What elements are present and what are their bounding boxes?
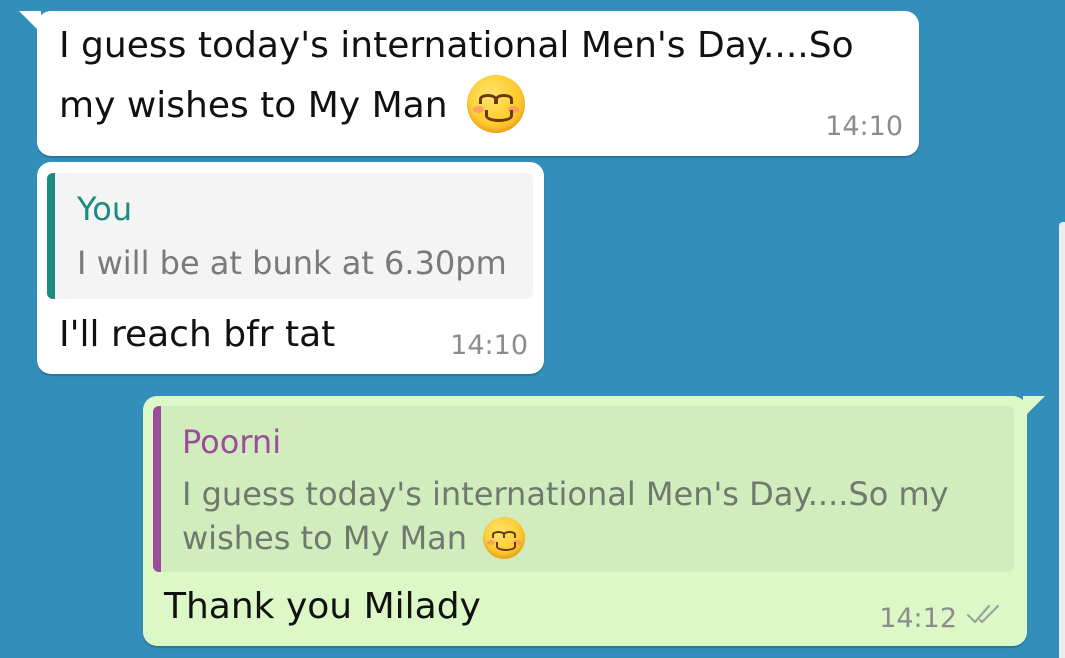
- bubble-tail: [1023, 396, 1045, 418]
- bubble-tail: [19, 11, 41, 33]
- reply-text-line: I guess today's international Men's Day.…: [182, 475, 949, 513]
- reply-author: Poorni: [182, 423, 282, 461]
- message-text: my wishes to My Man: [59, 85, 448, 126]
- reply-text-line: wishes to My Man: [182, 516, 526, 561]
- reply-quote[interactable]: Poorni I guess today's international Men…: [153, 406, 1014, 572]
- smiling-face-with-blush-icon: [466, 75, 525, 133]
- message-bubble-incoming[interactable]: I guess today's international Men's Day.…: [19, 11, 919, 156]
- message-timestamp: 14:12: [879, 603, 957, 634]
- reply-quote-bar: [47, 173, 55, 299]
- message-text: Thank you Milady: [164, 586, 481, 627]
- reply-quote-bar: [153, 406, 161, 572]
- reply-text: wishes to My Man: [182, 519, 468, 557]
- message-text-line: I guess today's international Men's Day.…: [59, 25, 854, 66]
- message-bubble-outgoing[interactable]: Poorni I guess today's international Men…: [143, 396, 1045, 646]
- message-text-line: my wishes to My Man: [59, 75, 525, 136]
- double-check-icon: [966, 604, 1000, 624]
- message-text: I'll reach bfr tat: [59, 314, 336, 355]
- reply-text: I will be at bunk at 6.30pm: [77, 244, 507, 282]
- reply-quote[interactable]: You I will be at bunk at 6.30pm: [47, 173, 533, 299]
- scrollbar-edge[interactable]: [1059, 222, 1065, 658]
- chat-window: I guess today's international Men's Day.…: [0, 0, 1065, 658]
- message-timestamp: 14:10: [450, 330, 528, 361]
- message-bubble-incoming[interactable]: You I will be at bunk at 6.30pm I'll rea…: [37, 162, 544, 374]
- reply-author: You: [77, 190, 133, 228]
- message-timestamp: 14:10: [825, 111, 903, 142]
- smiling-face-with-blush-icon: [483, 517, 526, 559]
